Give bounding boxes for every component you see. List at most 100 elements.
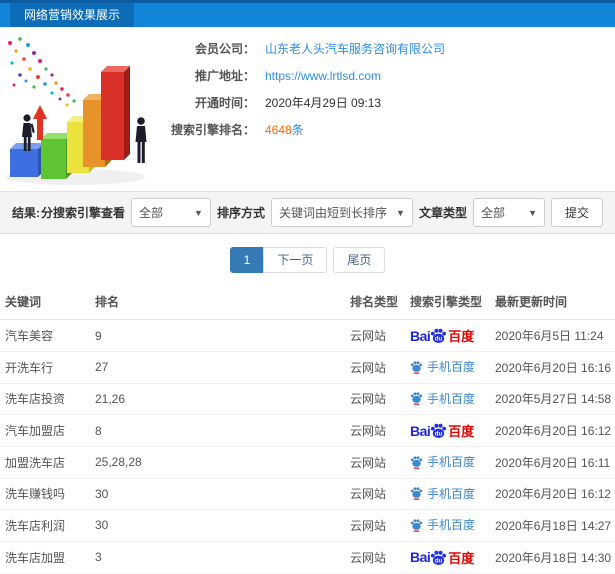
info-row-url: 推广地址： https://www.lrtlsd.com bbox=[150, 62, 445, 89]
updated-cell: 2020年6月20日 16:12 bbox=[490, 478, 615, 510]
account-info-list: 会员公司： 山东老人头汽车服务咨询有限公司 推广地址： https://www.… bbox=[150, 35, 445, 143]
table-row: 汽车加盟店 8 云网站 Bai du 百度 2020年6月20日 16:12 bbox=[0, 414, 615, 447]
rank-type-cell: 云网站 bbox=[345, 509, 405, 542]
last-page-button[interactable]: 尾页 bbox=[333, 247, 386, 273]
rank-type-cell: 云网站 bbox=[345, 351, 405, 384]
header-keyword: 关键词 bbox=[0, 284, 90, 320]
updated-cell: 2020年6月20日 16:11 bbox=[490, 446, 615, 479]
updated-cell: 2020年6月18日 14:27 bbox=[490, 509, 615, 542]
keyword-cell: 开洗车行 bbox=[0, 351, 90, 384]
keyword-cell: 洗车店投资 bbox=[0, 383, 90, 415]
company-label: 会员公司： bbox=[194, 42, 255, 56]
baidu-paw-icon bbox=[410, 392, 423, 405]
mobile-baidu-logo: 手机百度 bbox=[410, 358, 475, 375]
keyword-cell: 洗车店利润 bbox=[0, 509, 90, 542]
app-header: 网络营销效果展示 bbox=[0, 0, 615, 27]
businessman-right bbox=[135, 117, 147, 163]
page-1-button[interactable]: 1 bbox=[229, 247, 265, 273]
pagination: 1 下一页 尾页 bbox=[0, 247, 615, 273]
updated-cell: 2020年6月20日 16:12 bbox=[490, 414, 615, 447]
chevron-down-icon: ▼ bbox=[194, 207, 203, 218]
header-rank-type: 排名类型 bbox=[345, 284, 405, 320]
keyword-cell: 洗车赚钱吗 bbox=[0, 478, 90, 510]
growth-chart-illustration bbox=[5, 37, 147, 185]
updated-cell: 2020年5月27日 14:58 bbox=[490, 383, 615, 415]
article-type-select-value: 全部 bbox=[480, 206, 505, 220]
svg-text:du: du bbox=[435, 557, 443, 564]
table-row: 洗车店利润 30 云网站 手机百度 2020年6月18日 14:27 bbox=[0, 509, 615, 542]
up-arrow bbox=[33, 105, 47, 140]
rank-type-cell: 云网站 bbox=[345, 319, 405, 352]
table-row: 洗车店投资 21,26 云网站 手机百度 2020年5月27日 14:58 bbox=[0, 383, 615, 415]
baidu-logo: Bai du 百度 bbox=[410, 422, 475, 440]
table-row: 加盟洗车店 25,28,28 云网站 手机百度 2020年6月20日 16:11 bbox=[0, 446, 615, 479]
header-rank: 排名 bbox=[90, 284, 345, 320]
baidu-paw-icon bbox=[410, 455, 423, 469]
page-title: 网络营销效果展示 bbox=[24, 8, 121, 22]
result-label: 结果: bbox=[12, 206, 40, 220]
rank-cell[interactable]: 9 bbox=[90, 319, 345, 352]
header-updated: 最新更新时间 bbox=[490, 284, 615, 320]
ranking-table: 关键词 排名 排名类型 搜索引擎类型 最新更新时间 汽车美容 9 云网站 Bai du 百… bbox=[0, 284, 615, 574]
submit-button[interactable]: 提交 bbox=[550, 198, 603, 227]
rank-count-suffix: 条 bbox=[291, 123, 304, 137]
engine-type-cell: Bai du 百度 bbox=[405, 541, 490, 574]
bar-blue bbox=[10, 143, 44, 177]
open-time-label: 开通时间： bbox=[194, 96, 255, 110]
baidu-paw-icon: du bbox=[431, 550, 447, 565]
confetti-dots bbox=[8, 37, 76, 107]
table-row: 开洗车行 27 云网站 手机百度 2020年6月20日 16:16 bbox=[0, 351, 615, 384]
keyword-cell: 洗车店加盟 bbox=[0, 541, 90, 574]
rank-cell[interactable]: 30 bbox=[90, 509, 345, 542]
filter-controls: 分搜索引擎查看 全部 ▼ 排序方式 关键词由短到长排序 ▼ 文章类型 全部 ▼ … bbox=[41, 198, 603, 227]
engine-type-cell: 手机百度 bbox=[405, 351, 490, 384]
engine-select-value: 全部 bbox=[138, 206, 163, 220]
engine-type-cell: Bai du 百度 bbox=[405, 414, 490, 447]
keyword-cell: 汽车加盟店 bbox=[0, 414, 90, 447]
sort-filter-label: 排序方式 bbox=[216, 206, 265, 220]
table-row: 汽车美容 9 云网站 Bai du 百度 2020年6月5日 11:24 bbox=[0, 319, 615, 352]
rank-cell[interactable]: 8 bbox=[90, 414, 345, 447]
rank-count-number: 4648 bbox=[265, 123, 292, 137]
ranking-table-body: 汽车美容 9 云网站 Bai du 百度 2020年6月5日 11:24 开洗车行 27 云网站手… bbox=[0, 319, 615, 574]
promo-url-link[interactable]: https://www.lrtlsd.com bbox=[265, 69, 381, 83]
rank-cell[interactable]: 25,28,28 bbox=[90, 446, 345, 479]
rank-cell[interactable]: 30 bbox=[90, 478, 345, 510]
rank-type-cell: 云网站 bbox=[345, 414, 405, 447]
table-header-row: 关键词 排名 排名类型 搜索引擎类型 最新更新时间 bbox=[0, 284, 615, 320]
filter-bar: 结果: 分搜索引擎查看 全部 ▼ 排序方式 关键词由短到长排序 ▼ 文章类型 全… bbox=[0, 191, 615, 234]
chevron-down-icon: ▼ bbox=[396, 207, 405, 218]
baidu-paw-icon bbox=[410, 360, 423, 374]
chevron-down-icon: ▼ bbox=[528, 207, 537, 218]
open-time-value: 2020年4月29日 09:13 bbox=[265, 96, 382, 110]
engine-type-cell: 手机百度 bbox=[405, 509, 490, 542]
mobile-baidu-logo: 手机百度 bbox=[410, 390, 475, 407]
engine-select[interactable]: 全部 ▼ bbox=[130, 198, 211, 227]
keyword-cell: 加盟洗车店 bbox=[0, 446, 90, 479]
keyword-cell: 汽车美容 bbox=[0, 319, 90, 352]
updated-cell: 2020年6月20日 16:16 bbox=[490, 351, 615, 384]
bar-red bbox=[101, 66, 130, 160]
rank-count-value: 4648条 bbox=[265, 121, 304, 138]
rank-type-cell: 云网站 bbox=[345, 383, 405, 415]
rank-type-cell: 云网站 bbox=[345, 446, 405, 479]
engine-type-cell: 手机百度 bbox=[405, 478, 490, 510]
sort-select[interactable]: 关键词由短到长排序 ▼ bbox=[270, 198, 413, 227]
info-row-open-time: 开通时间： 2020年4月29日 09:13 bbox=[150, 89, 445, 116]
rank-cell[interactable]: 27 bbox=[90, 351, 345, 384]
table-row: 洗车店加盟 3 云网站 Bai du 百度 2020年6月18日 14:30 bbox=[0, 541, 615, 574]
rank-cell[interactable]: 21,26 bbox=[90, 383, 345, 415]
page-title-tab[interactable]: 网络营销效果展示 bbox=[10, 3, 135, 27]
baidu-logo: Bai du 百度 bbox=[410, 327, 475, 345]
next-page-button[interactable]: 下一页 bbox=[263, 247, 328, 273]
baidu-paw-icon: du bbox=[431, 423, 447, 439]
article-type-select[interactable]: 全部 ▼ bbox=[472, 198, 545, 227]
article-type-label: 文章类型 bbox=[418, 206, 467, 220]
mobile-baidu-logo: 手机百度 bbox=[410, 516, 475, 533]
header-engine-type: 搜索引擎类型 bbox=[405, 284, 490, 320]
baidu-logo: Bai du 百度 bbox=[410, 549, 475, 566]
baidu-paw-icon: du bbox=[431, 328, 447, 344]
engine-type-cell: 手机百度 bbox=[405, 446, 490, 479]
rank-cell[interactable]: 3 bbox=[90, 541, 345, 574]
company-link[interactable]: 山东老人头汽车服务咨询有限公司 bbox=[265, 40, 445, 57]
